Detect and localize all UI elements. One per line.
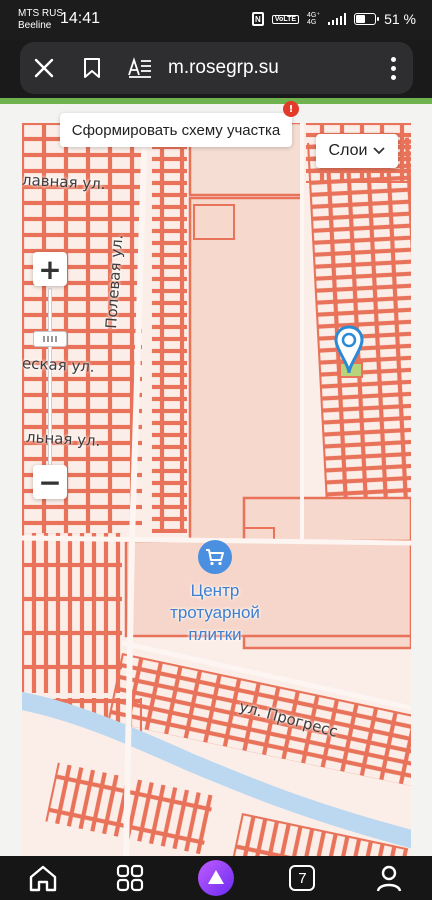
carrier-secondary: Beeline — [18, 20, 52, 31]
poi-label[interactable]: Центр тротуарной плитки — [150, 580, 280, 646]
zoom-in-button[interactable]: + — [33, 252, 67, 286]
chevron-down-icon — [373, 147, 386, 155]
volte-icon: VoLTE — [271, 14, 300, 24]
bookmark-icon[interactable] — [68, 42, 116, 94]
alice-assistant-icon[interactable] — [194, 856, 238, 900]
tabs-button[interactable]: 7 — [280, 856, 324, 900]
profile-icon[interactable] — [367, 856, 411, 900]
parcel-layer — [22, 123, 411, 856]
network-type-bottom: 4G — [307, 19, 317, 26]
alert-badge: ! — [283, 101, 299, 117]
bottom-navigation: 7 — [0, 856, 432, 900]
carrier-primary: MTS RUS — [18, 8, 63, 19]
nfc-icon: N — [251, 12, 264, 26]
web-page: Сформировать схему участка ! Слои + − ла… — [0, 98, 432, 856]
zoom-slider-handle[interactable] — [33, 331, 67, 347]
location-pin-icon[interactable] — [334, 325, 364, 375]
generate-scheme-button[interactable]: Сформировать схему участка — [60, 113, 292, 147]
layers-button-label: Слои — [328, 142, 368, 159]
more-vertical-icon[interactable] — [373, 56, 413, 80]
grid-icon[interactable] — [108, 856, 152, 900]
battery-icon — [354, 13, 380, 25]
close-icon[interactable] — [20, 42, 68, 94]
zoom-out-button[interactable]: − — [33, 465, 67, 499]
status-bar: MTS RUS Beeline 14:41 N VoLTE 4G⁺ 4G 51 … — [0, 0, 432, 40]
browser-toolbar: m.rosegrp.su — [20, 42, 413, 94]
reader-mode-icon[interactable] — [116, 42, 164, 94]
battery-percent: 51 % — [384, 11, 416, 27]
cadastral-map[interactable] — [22, 123, 411, 856]
street-label-lnaya: льная ул. — [25, 428, 101, 450]
street-label-eskaya: еская ул. — [21, 354, 96, 376]
network-type-icon: 4G⁺ 4G — [307, 12, 320, 26]
poi-label-line3: плитки — [188, 625, 242, 644]
layers-button[interactable]: Слои — [316, 134, 398, 168]
carrier-info: MTS RUS Beeline — [18, 8, 63, 32]
network-type-top: 4G⁺ — [307, 12, 321, 19]
status-icons: N VoLTE 4G⁺ 4G 51 % — [251, 11, 416, 27]
home-icon[interactable] — [21, 856, 65, 900]
tabs-count: 7 — [289, 865, 316, 891]
url-field[interactable]: m.rosegrp.su — [168, 57, 373, 79]
clock: 14:41 — [60, 10, 101, 27]
signal-icon — [328, 13, 347, 25]
page-top-strip — [0, 98, 432, 104]
shopping-cart-icon[interactable] — [198, 540, 232, 574]
poi-label-line2: тротуарной — [170, 603, 260, 622]
poi-label-line1: Центр — [190, 581, 240, 600]
